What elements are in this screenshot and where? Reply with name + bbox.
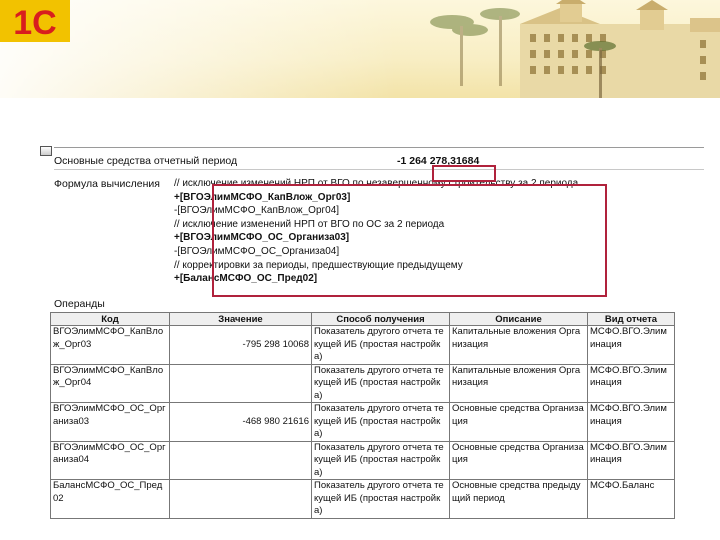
cell-code: ВГОЭлимМСФО_КапВлож_Орг04 (50, 363, 170, 403)
table-row[interactable]: ВГОЭлимМСФО_ОС_Организа03 -468 980 21616… (50, 402, 675, 442)
cell-description: Капитальные вложения Организация (449, 325, 588, 365)
top-divider (54, 147, 704, 148)
cell-description: Основные средства Организация (449, 402, 588, 442)
cell-method: Показатель другого отчета текущей ИБ (пр… (311, 325, 450, 365)
cell-code: БалансМСФО_ОС_Пред02 (50, 479, 170, 519)
collapse-icon[interactable] (40, 146, 52, 156)
cell-method: Показатель другого отчета текущей ИБ (пр… (311, 479, 450, 519)
report-title-label: Основные средства отчетный период (54, 155, 238, 167)
operands-label: Операнды (54, 298, 105, 310)
cell-method: Показатель другого отчета текущей ИБ (пр… (311, 440, 450, 480)
cell-description: Основные средства предыдущий период (449, 479, 588, 519)
highlight-value-box (432, 165, 496, 182)
table-row[interactable]: ВГОЭлимМСФО_КапВлож_Орг04 Показатель дру… (50, 363, 675, 403)
table-row[interactable]: ВГОЭлимМСФО_ОС_Организа04 Показатель дру… (50, 440, 675, 480)
cell-report-type: МСФО.ВГО.Элиминация (587, 363, 675, 403)
table-row[interactable]: ВГОЭлимМСФО_КапВлож_Орг03 -795 298 10068… (50, 325, 675, 365)
table-row[interactable]: БалансМСФО_ОС_Пред02 Показатель другого … (50, 479, 675, 519)
highlight-formula-box (212, 184, 607, 297)
operands-table: Код Значение Способ получения Описание В… (50, 312, 675, 519)
cell-code: ВГОЭлимМСФО_ОС_Организа04 (50, 440, 170, 480)
cell-description: Основные средства Организация (449, 440, 588, 480)
cell-report-type: МСФО.ВГО.Элиминация (587, 402, 675, 442)
cell-method: Показатель другого отчета текущей ИБ (пр… (311, 402, 450, 442)
column-header: Код (50, 312, 170, 326)
column-header: Описание (449, 312, 588, 326)
cell-report-type: МСФО.ВГО.Элиминация (587, 440, 675, 480)
table-header-row: Код Значение Способ получения Описание В… (50, 312, 675, 326)
cell-value (169, 479, 312, 519)
column-header: Значение (169, 312, 312, 326)
cell-report-type: МСФО.Баланс (587, 479, 675, 519)
cell-code: ВГОЭлимМСФО_КапВлож_Орг03 (50, 325, 170, 365)
cell-value: -795 298 10068 (169, 325, 312, 365)
column-header: Способ получения (311, 312, 450, 326)
column-header: Вид отчета (587, 312, 675, 326)
formula-label: Формула вычисления (54, 178, 160, 190)
header-banner: 1С (0, 0, 720, 98)
cell-value (169, 363, 312, 403)
banner-fade (0, 0, 720, 98)
1c-logo: 1С (0, 0, 70, 42)
cell-code: ВГОЭлимМСФО_ОС_Организа03 (50, 402, 170, 442)
report-title-row: Основные средства отчетный период -1 264… (54, 155, 704, 170)
logo-text: 1С (13, 4, 56, 42)
cell-value: -468 980 21616 (169, 402, 312, 442)
cell-description: Капитальные вложения Организация (449, 363, 588, 403)
cell-value (169, 440, 312, 480)
report-screenshot: Основные средства отчетный период -1 264… (40, 146, 704, 519)
cell-method: Показатель другого отчета текущей ИБ (пр… (311, 363, 450, 403)
cell-report-type: МСФО.ВГО.Элиминация (587, 325, 675, 365)
